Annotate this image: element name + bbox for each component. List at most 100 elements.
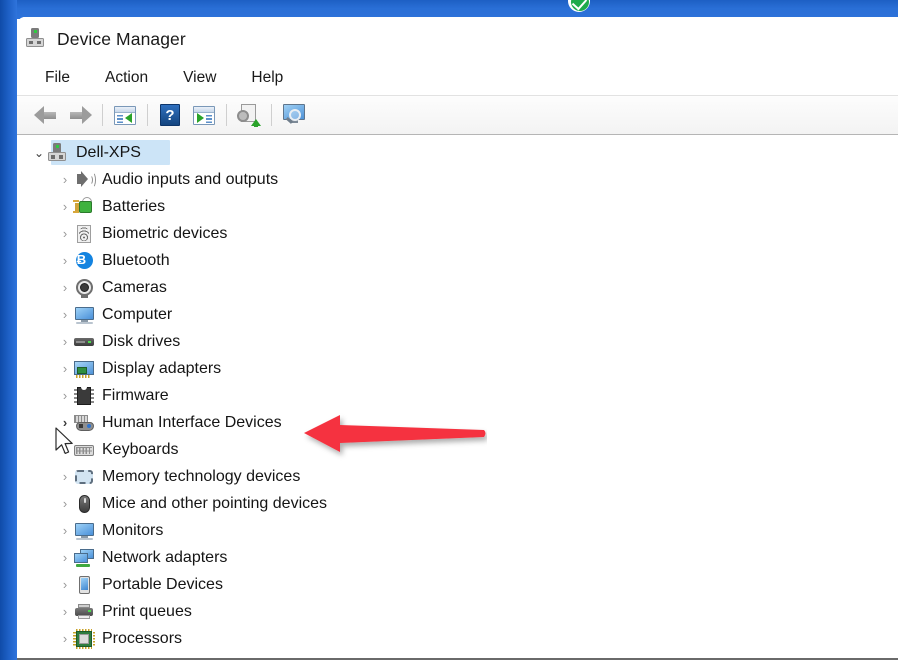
tree-item-network-adapters[interactable]: › Network adapters xyxy=(17,544,898,571)
chevron-right-icon[interactable]: › xyxy=(57,497,73,510)
tree-item-print-queues[interactable]: › Print queues xyxy=(17,598,898,625)
chevron-right-icon[interactable]: › xyxy=(57,632,73,645)
show-hidden-button[interactable] xyxy=(277,100,311,130)
tree-item-keyboards[interactable]: › Keyboards xyxy=(17,436,898,463)
tree-item-display-adapters[interactable]: › Display adapters xyxy=(17,355,898,382)
properties-button[interactable] xyxy=(108,100,142,130)
chevron-right-icon[interactable]: › xyxy=(57,389,73,402)
computer-device-icon xyxy=(25,28,47,50)
desktop-backdrop: Device Manager File Action View Help xyxy=(0,0,898,660)
forward-arrow-icon xyxy=(67,106,93,124)
chevron-right-icon[interactable]: › xyxy=(57,308,73,321)
gamepad-keyboard-icon xyxy=(73,413,95,433)
window-title: Device Manager xyxy=(57,29,186,50)
camera-icon xyxy=(73,278,95,298)
device-manager-window: Device Manager File Action View Help xyxy=(17,17,898,660)
left-blue-band xyxy=(0,0,17,660)
tree-item-label: Computer xyxy=(102,307,172,323)
tree-item-biometric-devices[interactable]: › Biometric devices xyxy=(17,220,898,247)
toolbar-separator xyxy=(102,104,103,126)
tree-root-dell-xps[interactable]: ⌄ Dell-XPS xyxy=(17,139,898,166)
chevron-down-icon[interactable]: ⌄ xyxy=(31,147,47,159)
window-titlebar: Device Manager xyxy=(17,17,898,61)
back-arrow-icon xyxy=(33,106,59,124)
tree-item-cameras[interactable]: › Cameras xyxy=(17,274,898,301)
tree-item-portable-devices[interactable]: › Portable Devices xyxy=(17,571,898,598)
chevron-right-icon[interactable]: › xyxy=(57,578,73,591)
chevron-right-icon[interactable]: › xyxy=(57,173,73,186)
update-driver-window-icon xyxy=(193,106,215,125)
mouse-icon xyxy=(73,494,95,514)
tree-item-mice-and-other-pointing-devices[interactable]: › Mice and other pointing devices xyxy=(17,490,898,517)
monitor-icon xyxy=(73,305,95,325)
bluetooth-icon: Ƀ xyxy=(73,251,95,271)
tree-item-label: Bluetooth xyxy=(102,253,170,269)
chevron-right-icon[interactable]: › xyxy=(57,281,73,294)
tree-item-label: Audio inputs and outputs xyxy=(102,172,278,188)
forward-button[interactable] xyxy=(63,100,97,130)
back-button[interactable] xyxy=(29,100,63,130)
tree-item-label: Cameras xyxy=(102,280,167,296)
chevron-right-icon[interactable]: › xyxy=(57,254,73,267)
tree-item-monitors[interactable]: › Monitors xyxy=(17,517,898,544)
chevron-right-icon[interactable]: › xyxy=(57,362,73,375)
tree-item-label: Biometric devices xyxy=(102,226,227,242)
tree-item-batteries[interactable]: › Batteries xyxy=(17,193,898,220)
chevron-right-icon[interactable]: › xyxy=(57,227,73,240)
disk-drive-icon xyxy=(73,332,95,352)
tree-item-label: Firmware xyxy=(102,388,169,404)
menu-item-help[interactable]: Help xyxy=(249,67,285,89)
chevron-right-icon[interactable]: › xyxy=(57,443,73,456)
chevron-right-icon[interactable]: › xyxy=(57,470,73,483)
computer-device-icon xyxy=(47,143,69,163)
tree-item-memory-technology-devices[interactable]: › Memory technology devices xyxy=(17,463,898,490)
update-driver-button[interactable] xyxy=(187,100,221,130)
keyboard-icon xyxy=(73,440,95,460)
processor-icon xyxy=(73,629,95,649)
network-adapter-icon xyxy=(73,548,95,568)
tree-item-label: Processors xyxy=(102,631,182,647)
chevron-right-icon[interactable]: › xyxy=(57,416,73,429)
toolbar-separator xyxy=(147,104,148,126)
menu-item-action[interactable]: Action xyxy=(103,67,150,89)
chevron-right-icon[interactable]: › xyxy=(57,605,73,618)
firmware-chip-icon xyxy=(73,386,95,406)
battery-icon xyxy=(73,197,95,217)
graphics-card-icon xyxy=(73,359,95,379)
tree-item-label: Batteries xyxy=(102,199,165,215)
tree-item-label: Keyboards xyxy=(102,442,179,458)
tree-root-label: Dell-XPS xyxy=(76,145,141,161)
speaker-icon xyxy=(73,170,95,190)
tree-item-label: Disk drives xyxy=(102,334,180,350)
tree-item-label: Display adapters xyxy=(102,361,221,377)
chevron-right-icon[interactable]: › xyxy=(57,200,73,213)
menu-item-file[interactable]: File xyxy=(43,67,72,89)
menu-bar: File Action View Help xyxy=(17,61,898,96)
tree-item-audio-inputs-and-outputs[interactable]: › Audio inputs and outputs xyxy=(17,166,898,193)
tree-item-computer[interactable]: › Computer xyxy=(17,301,898,328)
device-tree[interactable]: ⌄ Dell-XPS › Audio inputs and outputs xyxy=(17,135,898,660)
scan-hardware-changes-icon xyxy=(237,104,261,126)
fingerprint-icon xyxy=(73,224,95,244)
tree-item-processors[interactable]: › Processors xyxy=(17,625,898,652)
tree-item-human-interface-devices[interactable]: › Human Interface Devices xyxy=(17,409,898,436)
toolbar-separator xyxy=(226,104,227,126)
tree-item-label: Network adapters xyxy=(102,550,227,566)
tree-item-label: Human Interface Devices xyxy=(102,415,282,431)
tree-item-disk-drives[interactable]: › Disk drives xyxy=(17,328,898,355)
menu-item-view[interactable]: View xyxy=(181,67,218,89)
monitor-icon xyxy=(73,521,95,541)
help-button[interactable]: ? xyxy=(153,100,187,130)
tree-item-label: Print queues xyxy=(102,604,192,620)
tree-item-bluetooth[interactable]: › Ƀ Bluetooth xyxy=(17,247,898,274)
chevron-right-icon[interactable]: › xyxy=(57,524,73,537)
scan-hardware-button[interactable] xyxy=(232,100,266,130)
tree-item-firmware[interactable]: › Firmware xyxy=(17,382,898,409)
toolbar-separator xyxy=(271,104,272,126)
chevron-right-icon[interactable]: › xyxy=(57,335,73,348)
toolbar: ? xyxy=(17,96,898,135)
tree-item-label: Mice and other pointing devices xyxy=(102,496,327,512)
memory-card-icon xyxy=(73,467,95,487)
chevron-right-icon[interactable]: › xyxy=(57,551,73,564)
help-question-icon: ? xyxy=(160,104,180,126)
